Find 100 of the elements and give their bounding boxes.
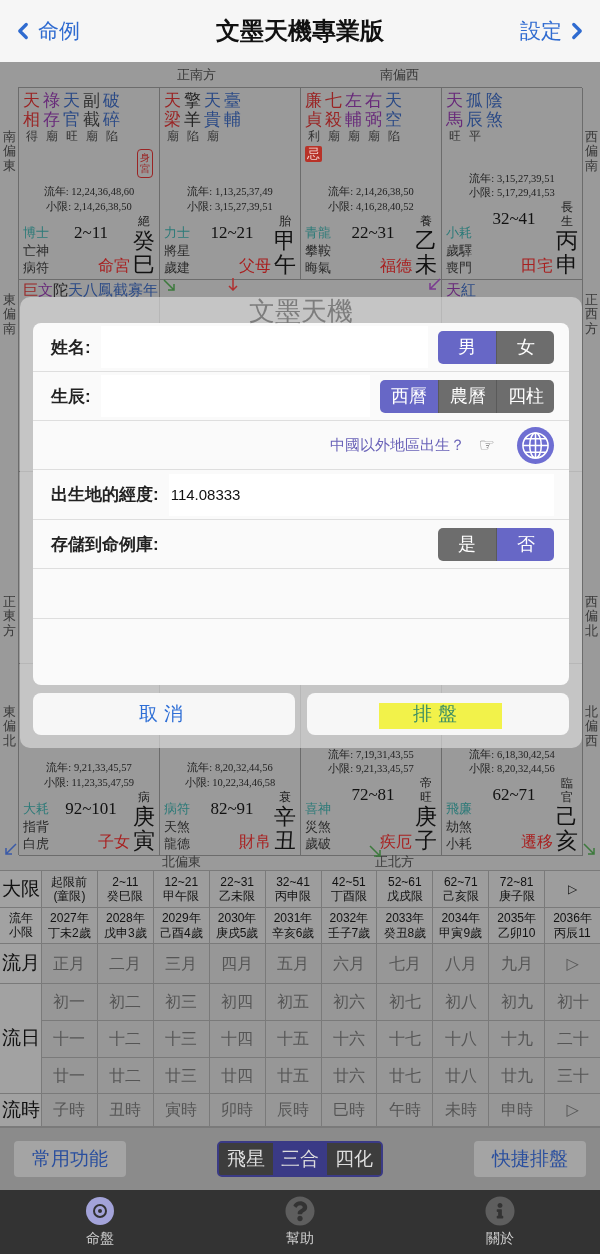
table-cell[interactable]: 廿五 — [265, 1058, 321, 1093]
segment-button[interactable]: 農曆 — [438, 379, 496, 413]
confirm-button[interactable]: 排盤 — [307, 693, 569, 735]
table-cell[interactable]: ▷ — [545, 944, 600, 983]
table-cell[interactable]: 廿六 — [321, 1058, 377, 1093]
quick-chart-button[interactable]: 快捷排盤 — [474, 1141, 586, 1177]
table-cell[interactable]: 六月 — [321, 944, 377, 983]
table-cell[interactable]: 卯時 — [209, 1094, 265, 1126]
tab-bar-item[interactable]: 幫助 — [200, 1190, 400, 1254]
table-cell[interactable]: 2028年 戊申3歲 — [97, 908, 153, 943]
table-cell[interactable]: 十三 — [153, 1021, 209, 1057]
stem-branch: 庚子 — [415, 804, 437, 853]
table-cell[interactable]: 2032年 壬子7歲 — [321, 908, 377, 943]
table-cell[interactable]: 正月 — [42, 944, 97, 983]
table-cell[interactable]: 未時 — [433, 1094, 489, 1126]
table-cell[interactable]: 四月 — [209, 944, 265, 983]
table-cell[interactable]: 十六 — [321, 1021, 377, 1057]
table-cell[interactable]: 32~41 丙申限 — [265, 871, 321, 907]
table-cell[interactable]: 初四 — [209, 984, 265, 1020]
table-cell[interactable]: 十五 — [265, 1021, 321, 1057]
table-cell[interactable]: 寅時 — [153, 1094, 209, 1126]
table-cell[interactable]: 初七 — [377, 984, 433, 1020]
table-cell[interactable]: 初八 — [433, 984, 489, 1020]
direction-label: 正東方 — [2, 595, 16, 638]
table-cell[interactable]: 廿四 — [209, 1058, 265, 1093]
table-cell[interactable]: 二月 — [97, 944, 153, 983]
table-cell[interactable]: ▷ — [545, 871, 600, 907]
table-cell[interactable]: 62~71 己亥限 — [433, 871, 489, 907]
field-label: 存儲到命例庫: — [51, 533, 159, 556]
table-cell[interactable]: 九月 — [489, 944, 545, 983]
table-cell[interactable]: 2034年 甲寅9歲 — [433, 908, 489, 943]
table-cell[interactable]: 初六 — [321, 984, 377, 1020]
tab-bar-item[interactable]: 關於 — [400, 1190, 600, 1254]
table-cell[interactable]: ▷ — [545, 1094, 600, 1126]
age-range: 92~101 — [64, 798, 118, 819]
tab-bar-item[interactable]: 命盤 — [0, 1190, 200, 1254]
table-cell[interactable]: 十四 — [209, 1021, 265, 1057]
table-cell[interactable]: 十九 — [489, 1021, 545, 1057]
star-name: 天空 — [385, 91, 402, 130]
segment-button[interactable]: 是 — [438, 527, 496, 561]
table-cell[interactable]: 午時 — [377, 1094, 433, 1126]
table-cell[interactable]: 辰時 — [265, 1094, 321, 1126]
segment-button[interactable]: 否 — [496, 527, 554, 561]
table-cell[interactable]: 42~51 丁酉限 — [321, 871, 377, 907]
year-list: 小限: 3,15,27,39,51 — [187, 199, 273, 214]
table-cell[interactable]: 2033年 癸丑8歲 — [377, 908, 433, 943]
table-cell[interactable]: 2036年 丙辰11 — [545, 908, 600, 943]
table-cell[interactable]: 廿八 — [433, 1058, 489, 1093]
row-label: 流日 — [0, 984, 41, 1093]
table-cell[interactable]: 子時 — [42, 1094, 97, 1126]
longitude-field[interactable]: 114.08333 — [168, 473, 554, 516]
table-cell[interactable]: 2030年 庚戌5歲 — [209, 908, 265, 943]
common-functions-button[interactable]: 常用功能 — [14, 1141, 126, 1177]
table-cell[interactable]: 2027年 丁未2歲 — [42, 908, 97, 943]
table-cell[interactable]: 22~31 乙未限 — [209, 871, 265, 907]
table-cell[interactable]: 十七 — [377, 1021, 433, 1057]
segment-button[interactable]: 四柱 — [496, 379, 554, 413]
direction-label: 正北方 — [375, 855, 414, 868]
back-button[interactable]: 命例 — [10, 17, 80, 45]
spirit-label: 力士 — [164, 224, 190, 242]
table-cell[interactable]: 廿九 — [489, 1058, 545, 1093]
table-cell[interactable]: 52~61 戊戌限 — [377, 871, 433, 907]
table-cell[interactable]: 十八 — [433, 1021, 489, 1057]
table-cell[interactable]: 巳時 — [321, 1094, 377, 1126]
table-cell[interactable]: 廿三 — [153, 1058, 209, 1093]
table-cell[interactable]: 12~21 甲午限 — [153, 871, 209, 907]
star-name: 天梁 — [164, 91, 181, 130]
table-cell[interactable]: 2031年 辛亥6歲 — [265, 908, 321, 943]
cancel-button[interactable]: 取消 — [33, 693, 295, 735]
table-cell[interactable]: 三月 — [153, 944, 209, 983]
mode-tab[interactable]: 三合 — [273, 1143, 327, 1175]
table-cell[interactable]: 初十 — [545, 984, 600, 1020]
table-cell[interactable]: 七月 — [377, 944, 433, 983]
table-cell[interactable]: 八月 — [433, 944, 489, 983]
table-cell[interactable]: 十二 — [97, 1021, 153, 1057]
arrow-icon — [162, 278, 176, 292]
segment-button[interactable]: 西曆 — [380, 379, 438, 413]
spirit-label: 攀鞍 — [305, 241, 331, 260]
table-cell[interactable]: 申時 — [489, 1094, 545, 1126]
table-cell[interactable]: 三十 — [545, 1058, 600, 1093]
table-cell[interactable]: 2029年 己酉4歲 — [153, 908, 209, 943]
table-cell[interactable]: 廿二 — [97, 1058, 153, 1093]
table-cell[interactable]: 五月 — [265, 944, 321, 983]
settings-button[interactable]: 設定 — [520, 17, 590, 45]
table-cell[interactable]: 廿七 — [377, 1058, 433, 1093]
table-cell[interactable]: 丑時 — [97, 1094, 153, 1126]
table-cell[interactable]: 2035年 乙卯10 — [489, 908, 545, 943]
abroad-link[interactable]: 中國以外地區出生？ — [329, 435, 465, 455]
segment-button[interactable]: 女 — [496, 330, 554, 364]
table-cell[interactable]: 2~11 癸巳限 — [97, 871, 153, 907]
table-cell[interactable]: 初九 — [489, 984, 545, 1020]
table-cell[interactable]: 二十 — [545, 1021, 600, 1057]
segment-button[interactable]: 男 — [438, 330, 496, 364]
globe-icon[interactable] — [517, 426, 554, 464]
table-cell[interactable]: 初五 — [265, 984, 321, 1020]
table-cell[interactable]: 起限前 (童限) — [42, 871, 97, 907]
table-cell[interactable]: 初三 — [153, 984, 209, 1020]
table-cell[interactable]: 72~81 庚子限 — [489, 871, 545, 907]
spirit-label: 將星 — [164, 241, 190, 260]
table-cell[interactable]: 初二 — [97, 984, 153, 1020]
